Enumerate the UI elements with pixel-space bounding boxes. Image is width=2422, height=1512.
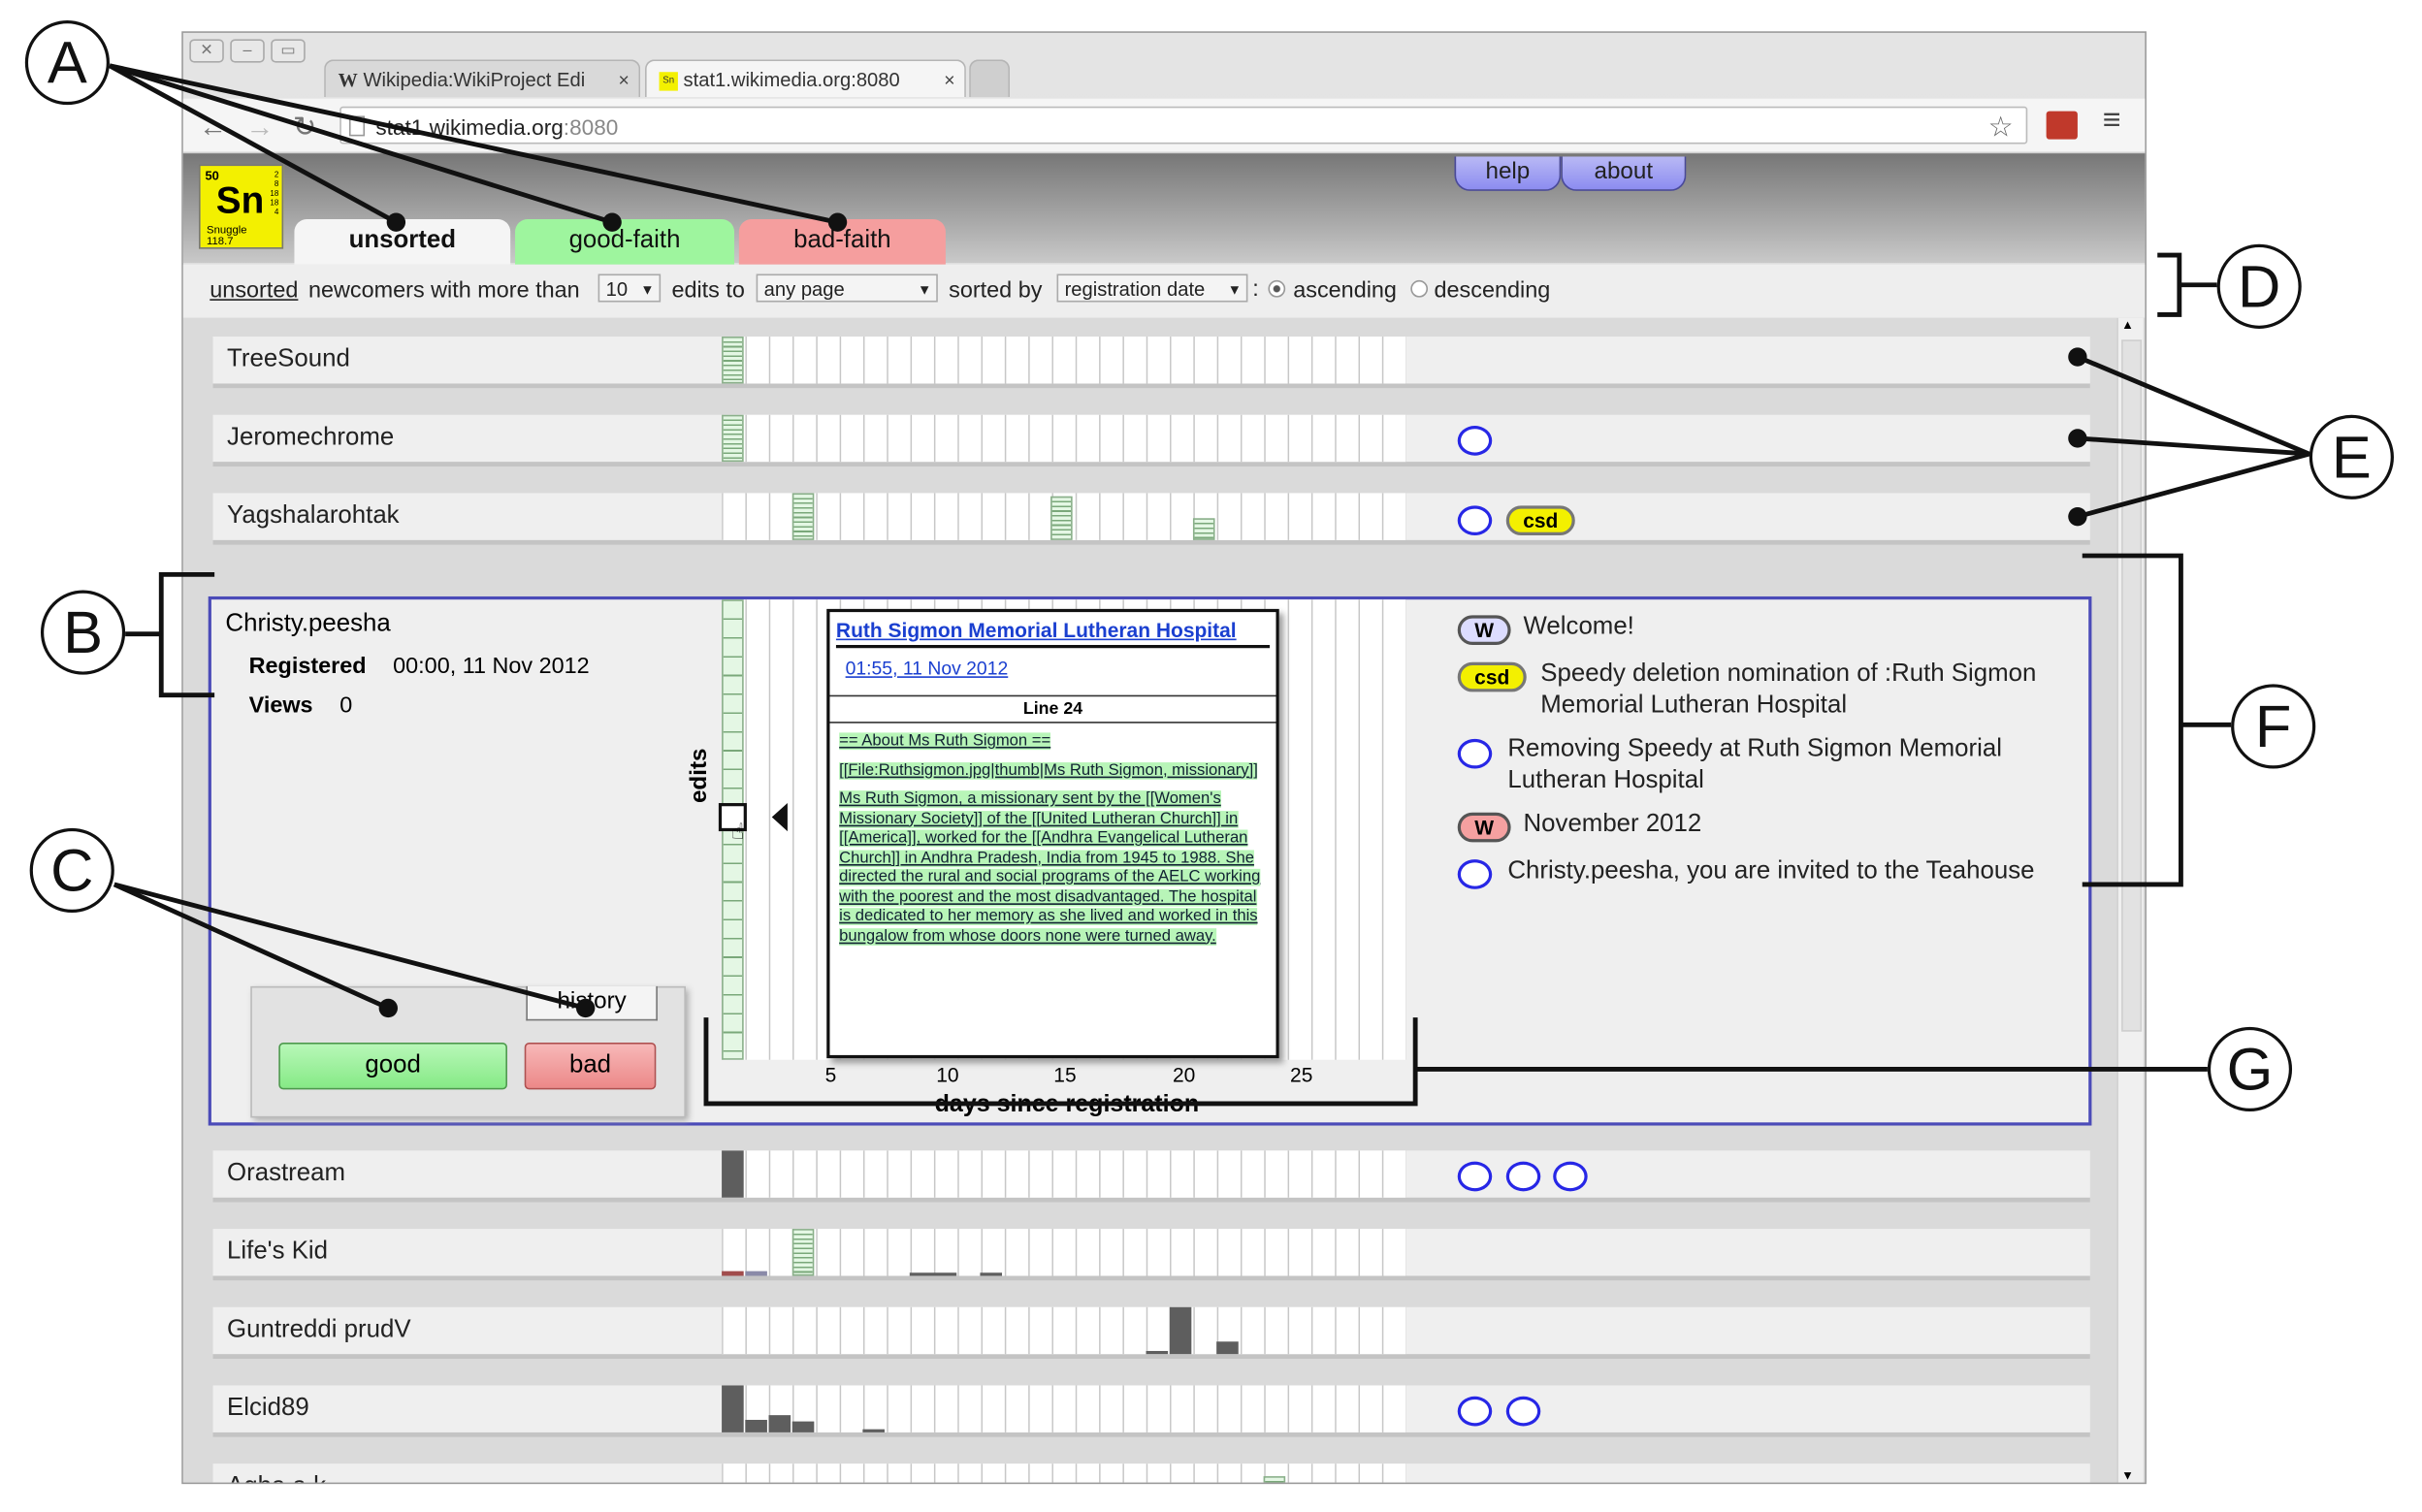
callout-g: G [2207, 1026, 2293, 1112]
callout-e: E [2309, 414, 2394, 499]
callout-f: F [2231, 684, 2316, 769]
callout-c: C [29, 827, 114, 914]
callout-d: D [2216, 243, 2302, 329]
annotation-lines [108, 63, 2310, 1107]
callout-b: B [40, 590, 126, 675]
callout-a: A [24, 19, 110, 106]
